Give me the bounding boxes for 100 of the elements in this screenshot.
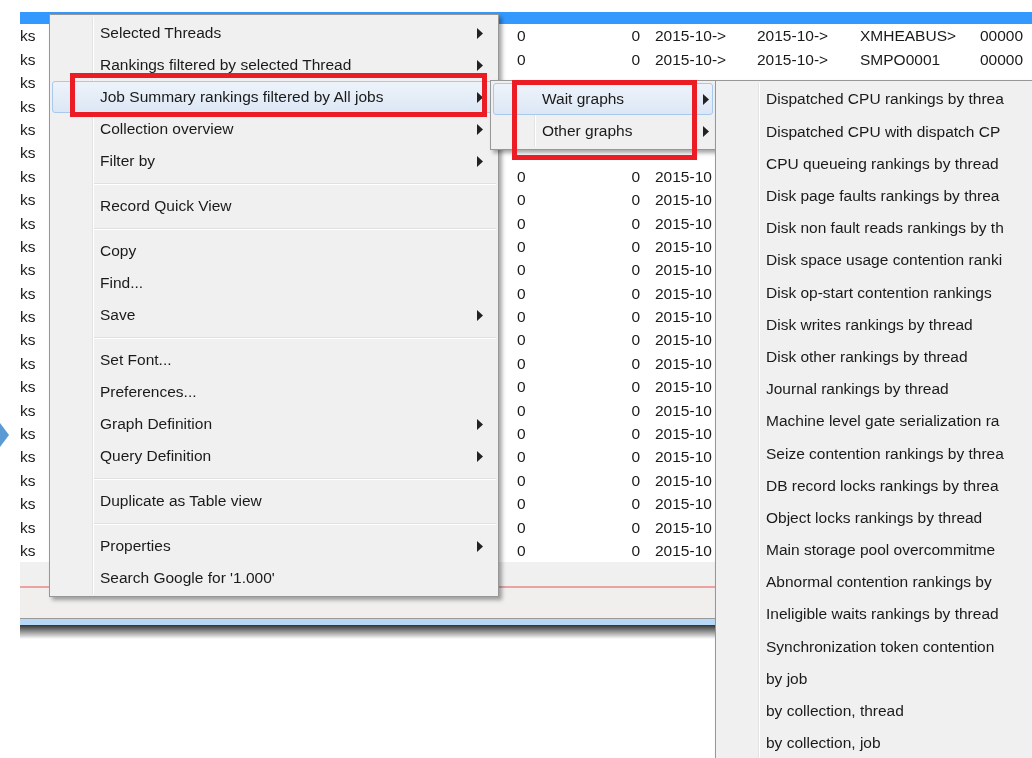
table-cell: 2015-10 [655, 425, 712, 443]
menu-item[interactable]: Journal rankings by thread [718, 372, 1032, 405]
table-cell: 0 [631, 214, 640, 232]
table-cell: 2015-10 [655, 448, 712, 466]
menu-item[interactable]: Disk page faults rankings by threa [718, 179, 1032, 212]
menu-item[interactable]: Ineligible waits rankings by thread [718, 598, 1032, 631]
menu-item[interactable]: Main storage pool overcommitme [718, 533, 1032, 566]
table-cell: 2015-10 [655, 495, 712, 513]
table-cell: ks [20, 237, 36, 255]
menu-item[interactable]: Properties [52, 530, 496, 562]
table-cell: 0 [517, 331, 526, 349]
table-cell: 2015-10 [655, 237, 712, 255]
table-cell: ks [20, 261, 36, 279]
table-cell: 2015-10 [655, 354, 712, 372]
table-cell: 0 [631, 50, 640, 68]
table-cell: 0 [517, 425, 526, 443]
menu-item[interactable]: Disk op-start contention rankings [718, 276, 1032, 309]
menu-item[interactable]: Query Definition [52, 440, 496, 472]
table-cell: 0 [631, 167, 640, 185]
table-cell: 0 [517, 542, 526, 559]
table-cell: 0 [631, 27, 640, 45]
menu-item[interactable]: by collection, job [718, 726, 1032, 758]
table-cell: 2015-10-> [655, 50, 727, 68]
table-cell: 0 [517, 50, 526, 68]
table-cell: 2015-10 [655, 331, 712, 349]
table-cell: 2015-10 [655, 167, 712, 185]
menu-item[interactable]: Duplicate as Table view [52, 485, 496, 517]
menu-item[interactable]: Graph Definition [52, 408, 496, 440]
menu-item[interactable]: DB record locks rankings by threa [718, 469, 1032, 502]
table-cell: 0 [517, 378, 526, 396]
table-cell: 0 [631, 542, 640, 559]
menu-item[interactable]: Seize contention rankings by threa [718, 437, 1032, 470]
table-cell: ks [20, 214, 36, 232]
menu-item[interactable]: Find... [52, 267, 496, 299]
table-cell: ks [20, 50, 36, 68]
menu-item[interactable]: Other graphs [493, 115, 713, 147]
table-cell: ks [20, 518, 36, 536]
table-cell: 2015-10 [655, 542, 712, 559]
table-cell: 0 [631, 284, 640, 302]
menu-item[interactable]: Disk other rankings by thread [718, 340, 1032, 373]
menu-item[interactable]: Wait graphs [493, 83, 713, 115]
table-cell: ks [20, 74, 36, 92]
table-cell: 0 [517, 518, 526, 536]
menu-item[interactable]: by collection, thread [718, 694, 1032, 727]
table-cell: ks [20, 120, 36, 138]
table-cell: 0 [517, 308, 526, 326]
table-cell: 0 [517, 284, 526, 302]
table-cell: ks [20, 495, 36, 513]
table-cell: 0 [517, 401, 526, 419]
table-cell: 0 [517, 261, 526, 279]
table-cell: ks [20, 448, 36, 466]
table-cell: ks [20, 401, 36, 419]
table-cell: 0 [517, 495, 526, 513]
table-cell: ks [20, 167, 36, 185]
table-cell: 0 [631, 237, 640, 255]
table-cell: 0 [517, 471, 526, 489]
table-cell: 0 [631, 518, 640, 536]
table-cell: 0 [631, 425, 640, 443]
menu-item[interactable]: Machine level gate serialization ra [718, 404, 1032, 438]
table-cell: ks [20, 331, 36, 349]
table-cell: 00000 [980, 50, 1024, 68]
menu-item[interactable]: Save [52, 299, 496, 331]
table-cell: 0 [631, 261, 640, 279]
table-cell: ks [20, 191, 36, 209]
table-cell: ks [20, 284, 36, 302]
menu-item[interactable]: Disk writes rankings by thread [718, 308, 1032, 341]
table-cell: ks [20, 425, 36, 443]
table-cell: 2015-10 [655, 191, 712, 209]
table-cell: ks [20, 27, 36, 45]
table-cell: 0 [517, 191, 526, 209]
menu-item[interactable]: Selected Threads [52, 17, 496, 49]
table-cell: 0 [517, 354, 526, 372]
menu-item[interactable]: Disk space usage contention ranki [718, 243, 1032, 277]
table-cell: 0 [631, 471, 640, 489]
table-cell: ks [20, 308, 36, 326]
menu-item[interactable]: Object locks rankings by thread [718, 501, 1032, 534]
menu-item[interactable]: CPU queueing rankings by thread [718, 147, 1032, 180]
table-cell: 2015-10 [655, 308, 712, 326]
table-cell: 0 [631, 495, 640, 513]
table-cell: 2015-10 [655, 518, 712, 536]
table-cell: 2015-10 [655, 378, 712, 396]
table-cell: 0 [517, 167, 526, 185]
menu-item[interactable]: Dispatched CPU with dispatch CP [718, 115, 1032, 148]
menu-item[interactable]: Dispatched CPU rankings by threa [718, 83, 1032, 116]
table-cell: 2015-10 [655, 214, 712, 232]
menu-item[interactable]: by job [718, 662, 1032, 695]
menu-item[interactable]: Synchronization token contention [718, 630, 1032, 663]
menu-item[interactable]: Set Font... [52, 344, 496, 376]
table-cell: 0 [631, 448, 640, 466]
menu-item[interactable]: Disk non fault reads rankings by th [718, 211, 1032, 244]
menu-item[interactable]: Abnormal contention rankings by [718, 565, 1032, 598]
menu-item[interactable]: Record Quick View [52, 190, 496, 222]
table-cell: 0 [517, 27, 526, 45]
menu-item[interactable]: Preferences... [52, 376, 496, 408]
menu-item[interactable]: Search Google for '1.000' [52, 562, 496, 594]
menu-item[interactable]: Filter by [52, 145, 496, 177]
table-cell: 2015-10-> [757, 50, 829, 68]
table-cell: ks [20, 542, 36, 559]
table-cell: ks [20, 378, 36, 396]
menu-item[interactable]: Copy [52, 235, 496, 267]
